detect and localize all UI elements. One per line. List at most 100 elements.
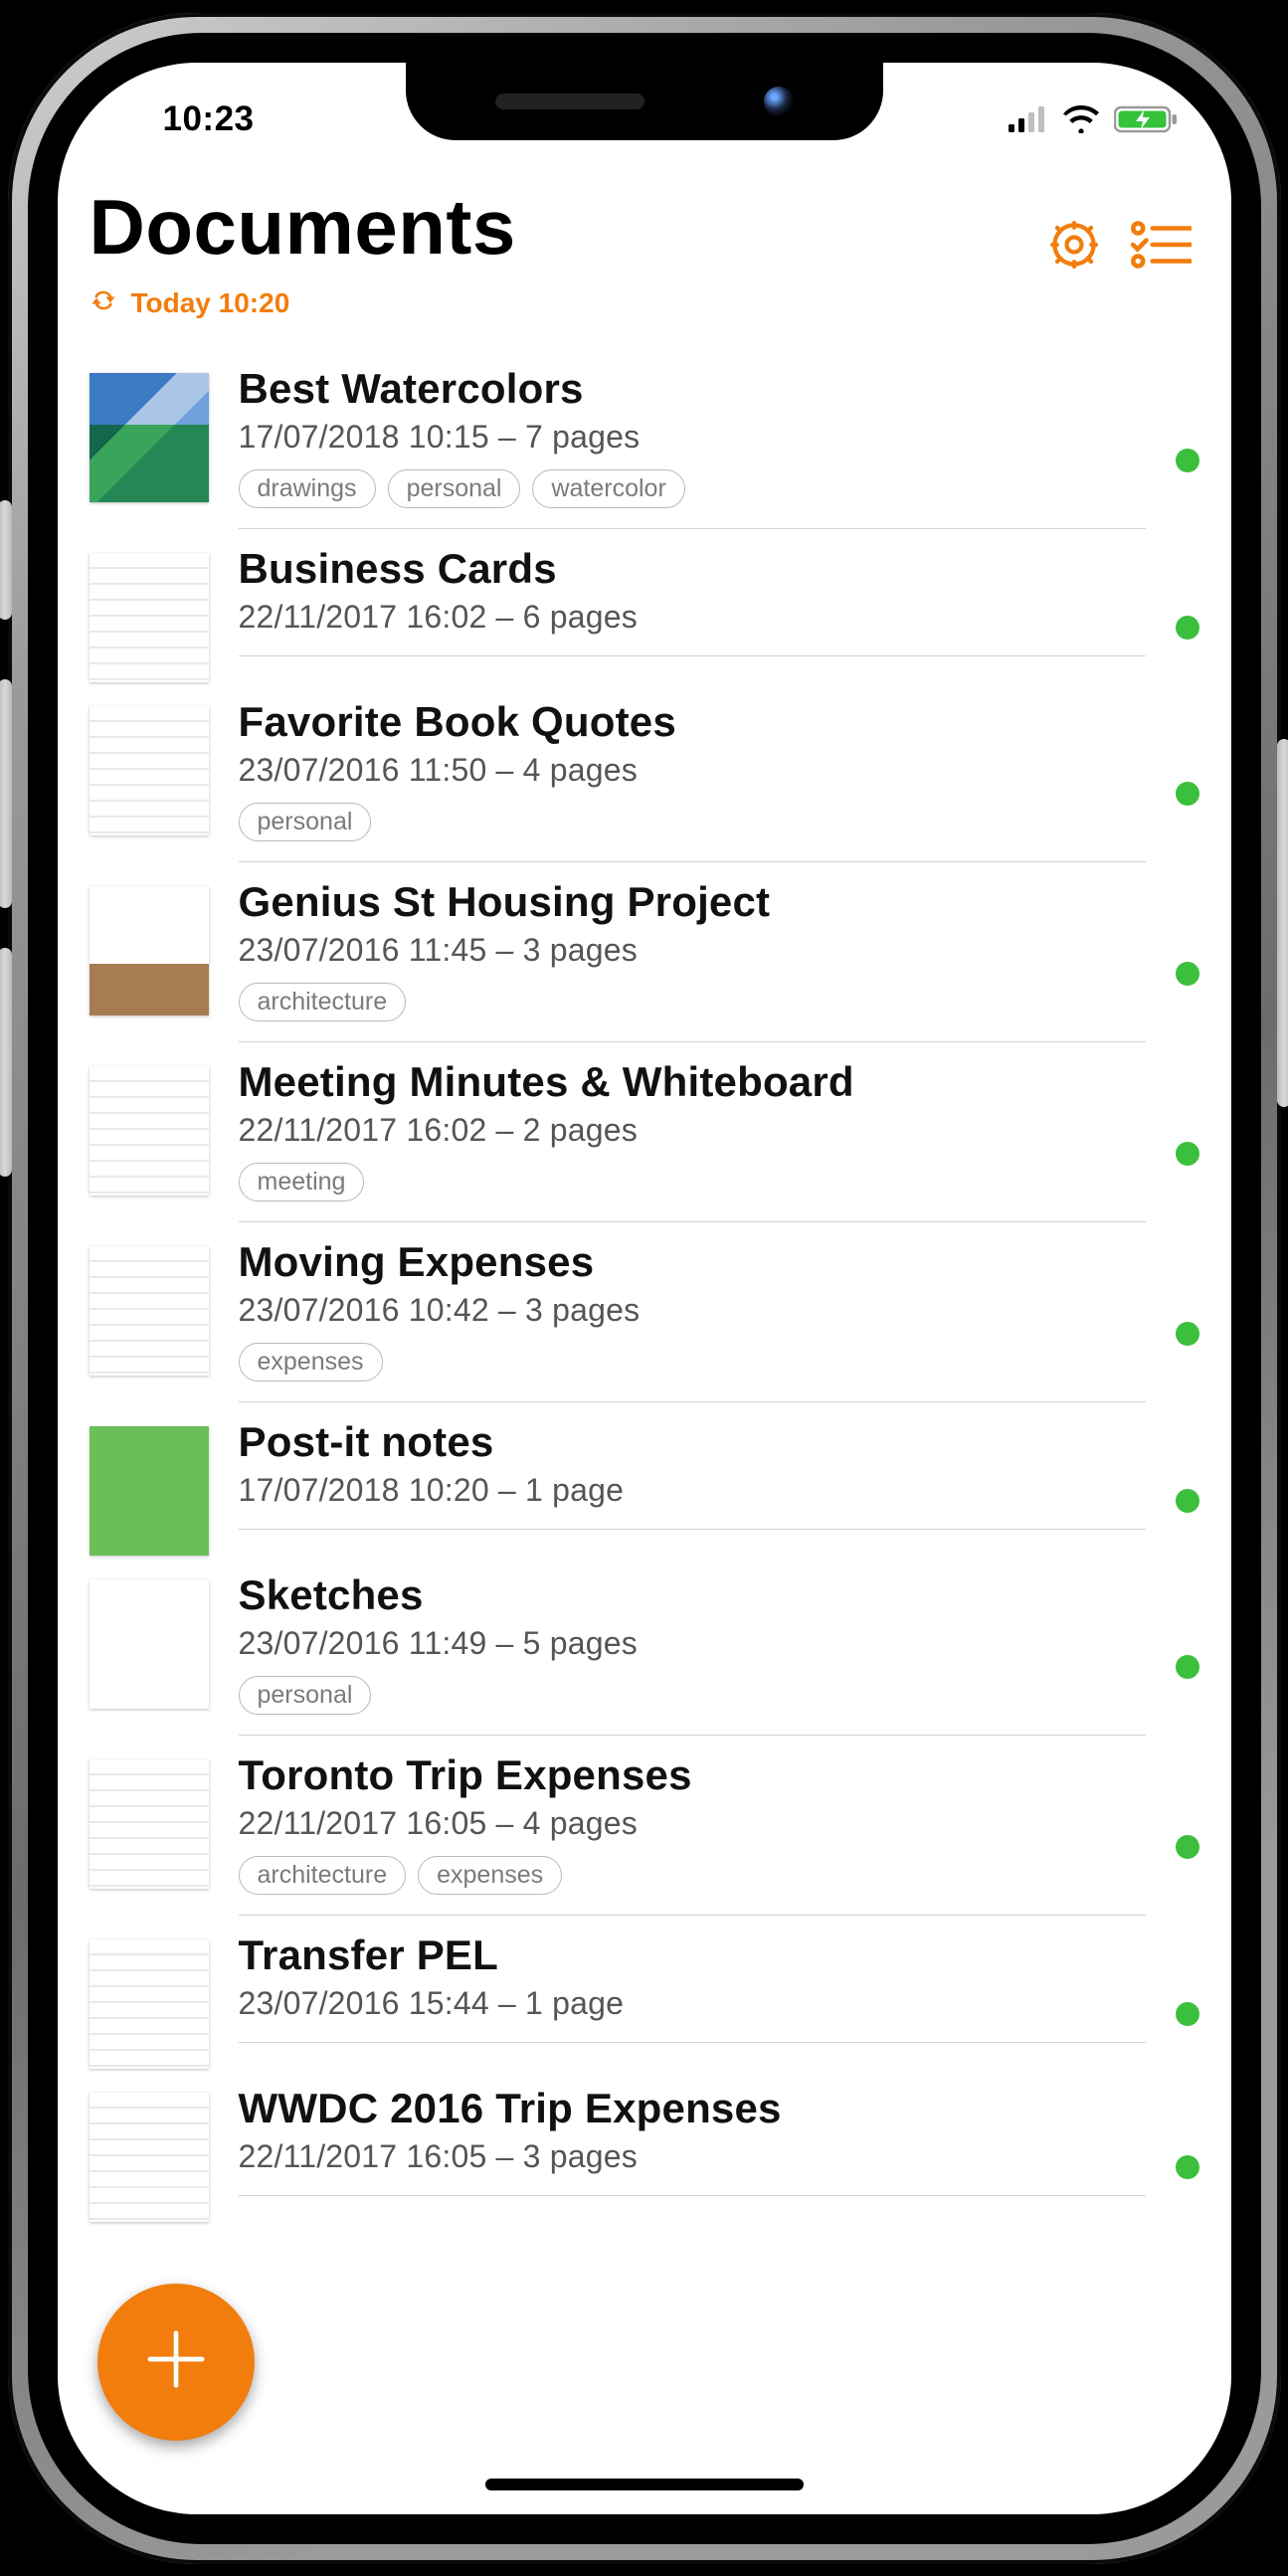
document-row[interactable]: Genius St Housing Project 23/07/2016 11:4… (58, 862, 1231, 1042)
tag-chip[interactable]: personal (388, 469, 521, 508)
sync-status-dot (1176, 449, 1199, 472)
document-content: Moving Expenses 23/07/2016 10:42 – 3 page… (239, 1238, 1146, 1402)
document-thumbnail (90, 1579, 209, 1709)
document-row[interactable]: Transfer PEL 23/07/2016 15:44 – 1 page (58, 1916, 1231, 2069)
document-content: Best Watercolors 17/07/2018 10:15 – 7 pag… (239, 365, 1146, 529)
sync-status-dot (1176, 782, 1199, 806)
tag-chip[interactable]: expenses (239, 1343, 383, 1381)
status-time: 10:23 (163, 99, 255, 139)
document-content: Toronto Trip Expenses22/11/2017 16:05 – … (239, 1751, 1146, 1916)
wifi-icon (1062, 105, 1100, 133)
document-list[interactable]: Best Watercolors 17/07/2018 10:15 – 7 pag… (58, 349, 1231, 2514)
document-content: Business Cards 22/11/2017 16:02 – 6 pages (239, 545, 1146, 656)
tag-list: personal (239, 803, 1146, 841)
tag-chip[interactable]: watercolor (532, 469, 684, 508)
cellular-icon (1009, 106, 1048, 132)
document-meta: 23/07/2016 11:49 – 5 pages (239, 1625, 1146, 1662)
sync-status-dot (1176, 616, 1199, 640)
document-content: Meeting Minutes & Whiteboard 22/11/2017 1… (239, 1058, 1146, 1222)
document-content: Favorite Book Quotes 23/07/2016 11:50 – 4… (239, 698, 1146, 862)
document-row[interactable]: Sketches 23/07/2016 11:49 – 5 pages person… (58, 1556, 1231, 1736)
document-title: Favorite Book Quotes (239, 698, 1146, 746)
tag-list: meeting (239, 1163, 1146, 1201)
document-row[interactable]: Post-it notes 17/07/2018 10:20 – 1 page (58, 1402, 1231, 1556)
phone-frame: 10:23 (8, 13, 1281, 2564)
tag-list: architecture (239, 983, 1146, 1021)
sync-status-dot (1176, 1142, 1199, 1166)
document-row[interactable]: Best Watercolors 17/07/2018 10:15 – 7 pag… (58, 349, 1231, 529)
tag-list: expenses (239, 1343, 1146, 1381)
document-thumbnail (90, 373, 209, 502)
document-content: Sketches 23/07/2016 11:49 – 5 pages person… (239, 1571, 1146, 1736)
document-thumbnail (90, 1246, 209, 1376)
document-title: Moving Expenses (239, 1238, 1146, 1286)
document-meta: 23/07/2016 11:50 – 4 pages (239, 752, 1146, 789)
document-meta: 17/07/2018 10:15 – 7 pages (239, 419, 1146, 456)
document-meta: 23/07/2016 15:44 – 1 page (239, 1985, 1146, 2022)
document-row[interactable]: Moving Expenses 23/07/2016 10:42 – 3 page… (58, 1222, 1231, 1402)
document-row[interactable]: Business Cards 22/11/2017 16:02 – 6 pages (58, 529, 1231, 682)
side-button (0, 679, 12, 908)
tag-list: personal (239, 1676, 1146, 1715)
sync-status-dot (1176, 1489, 1199, 1513)
document-thumbnail (90, 1426, 209, 1556)
sync-status-dot (1176, 2002, 1199, 2026)
sync-status-dot (1176, 2155, 1199, 2179)
side-button (0, 948, 12, 1177)
refresh-icon (90, 286, 117, 321)
document-title: WWDC 2016 Trip Expenses (239, 2085, 1146, 2132)
sync-status[interactable]: Today 10:20 (58, 282, 1231, 349)
document-thumbnail (90, 2093, 209, 2222)
tag-chip[interactable]: personal (239, 1676, 372, 1715)
tag-chip[interactable]: personal (239, 803, 372, 841)
tag-list: drawings personal watercolor (239, 469, 1146, 508)
document-content: Post-it notes 17/07/2018 10:20 – 1 page (239, 1418, 1146, 1530)
document-meta: 22/11/2017 16:02 – 2 pages (239, 1112, 1146, 1149)
side-button (0, 500, 12, 620)
settings-button[interactable] (1046, 217, 1102, 273)
sync-status-dot (1176, 1655, 1199, 1679)
document-title: Transfer PEL (239, 1932, 1146, 1979)
tag-chip[interactable]: architecture (239, 1856, 407, 1895)
document-thumbnail (90, 1939, 209, 2069)
sync-label: Today 10:20 (131, 287, 290, 319)
document-meta: 22/11/2017 16:02 – 6 pages (239, 599, 1146, 636)
document-content: Transfer PEL 23/07/2016 15:44 – 1 page (239, 1932, 1146, 2043)
document-title: Best Watercolors (239, 365, 1146, 413)
document-thumbnail (90, 886, 209, 1015)
side-button (1277, 739, 1288, 1107)
document-meta: 23/07/2016 10:42 – 3 pages (239, 1292, 1146, 1329)
plus-icon (141, 2324, 211, 2399)
document-title: Sketches (239, 1571, 1146, 1619)
add-document-button[interactable] (97, 2284, 255, 2441)
document-row[interactable]: Meeting Minutes & Whiteboard 22/11/2017 1… (58, 1042, 1231, 1222)
document-row[interactable]: Toronto Trip Expenses22/11/2017 16:05 – … (58, 1736, 1231, 1916)
tag-chip[interactable]: meeting (239, 1163, 365, 1201)
sync-status-dot (1176, 1322, 1199, 1346)
sync-status-dot (1176, 1835, 1199, 1859)
document-meta: 23/07/2016 11:45 – 3 pages (239, 932, 1146, 969)
battery-icon (1114, 105, 1178, 133)
tag-chip[interactable]: architecture (239, 983, 407, 1021)
document-thumbnail (90, 1759, 209, 1889)
tag-chip[interactable]: expenses (418, 1856, 562, 1895)
document-row[interactable]: Favorite Book Quotes 23/07/2016 11:50 – 4… (58, 682, 1231, 862)
page-title: Documents (90, 182, 516, 273)
tag-chip[interactable]: drawings (239, 469, 376, 508)
document-meta: 22/11/2017 16:05 – 4 pages (239, 1805, 1146, 1842)
document-row[interactable]: WWDC 2016 Trip Expenses22/11/2017 16:05 … (58, 2069, 1231, 2222)
document-title: Meeting Minutes & Whiteboard (239, 1058, 1146, 1106)
document-thumbnail (90, 706, 209, 835)
document-title: Genius St Housing Project (239, 878, 1146, 926)
document-thumbnail (90, 553, 209, 682)
tag-list: architecture expenses (239, 1856, 1146, 1895)
device-notch (406, 63, 883, 140)
document-thumbnail (90, 1066, 209, 1196)
document-content: Genius St Housing Project 23/07/2016 11:4… (239, 878, 1146, 1042)
view-options-button[interactable] (1130, 217, 1192, 273)
document-title: Business Cards (239, 545, 1146, 593)
sync-status-dot (1176, 962, 1199, 986)
document-content: WWDC 2016 Trip Expenses22/11/2017 16:05 … (239, 2085, 1146, 2196)
document-meta: 17/07/2018 10:20 – 1 page (239, 1472, 1146, 1509)
document-title: Post-it notes (239, 1418, 1146, 1466)
